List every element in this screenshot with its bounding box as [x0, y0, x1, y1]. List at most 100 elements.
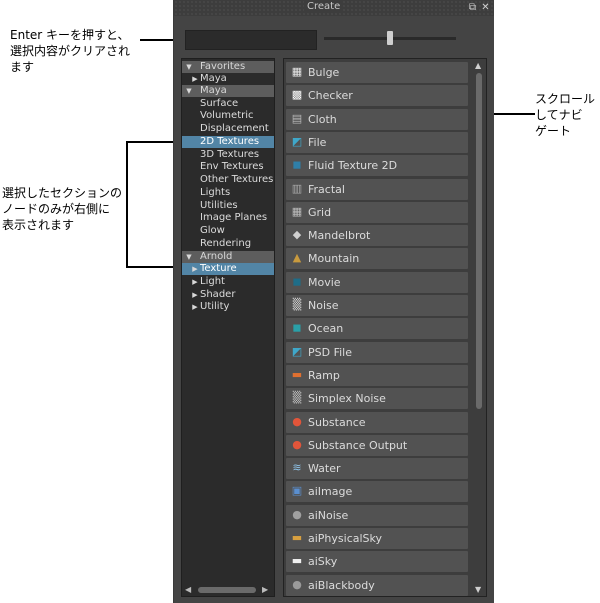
node-item-aiblackbody[interactable]: ● aiBlackbody [286, 574, 468, 596]
horizontal-scroll-thumb[interactable] [198, 587, 256, 593]
node-item-movie[interactable]: ◼ Movie [286, 271, 468, 293]
simplex-noise-icon: ▒ [292, 391, 302, 405]
tree-item-label: Arnold [200, 251, 233, 262]
node-item-label: Cloth [308, 112, 337, 126]
scroll-up-icon[interactable]: ▲ [475, 61, 481, 70]
tree-item-displacement[interactable]: Displacement [182, 123, 274, 135]
node-item-file[interactable]: ◩ File [286, 131, 468, 153]
close-icon[interactable]: ✕ [480, 2, 491, 13]
node-item-label: File [308, 135, 327, 149]
collapse-arrow-icon[interactable]: ▶ [190, 73, 200, 85]
tree-item-shader[interactable]: ▶ Shader [182, 289, 274, 301]
annotation-clear-search: Enter キーを押すと、 選択内容がクリアされ ます [10, 28, 131, 74]
annotation-scroll: スクロール してナビ ゲート [535, 92, 596, 138]
node-item-mountain[interactable]: ▲ Mountain [286, 248, 468, 270]
node-item-label: Noise [308, 299, 339, 312]
search-field[interactable] [185, 30, 317, 50]
tree-item-label: Glow [200, 225, 225, 236]
tree-item-other-textures[interactable]: Other Textures [182, 174, 274, 186]
float-window-icon[interactable]: ⧉ [467, 2, 478, 13]
tree-item-maya[interactable]: ▶ Maya [182, 73, 274, 85]
node-item-noise[interactable]: ▒ Noise [286, 295, 468, 316]
cloth-icon: ▤ [291, 111, 303, 125]
tree-item-texture[interactable]: ▶ Texture [182, 263, 274, 275]
scroll-right-icon[interactable]: ▶ [262, 585, 268, 594]
tree-item-arnold[interactable]: ▼ Arnold [182, 251, 274, 263]
tree-item-label: Rendering [200, 238, 252, 249]
tree-item-favorites[interactable]: ▼ Favorites [182, 61, 274, 73]
vertical-scroll-thumb[interactable] [476, 73, 482, 409]
collapse-arrow-icon[interactable]: ▶ [190, 263, 200, 275]
tree-item-label: 3D Textures [200, 149, 260, 160]
create-panel: Create ⧉ ✕ ◀ ▶ ▼ Favorites ▶ Maya ▼ Maya Surfa… [173, 0, 494, 603]
tree-item-surface[interactable]: Surface [182, 98, 274, 110]
water-icon: ≋ [292, 461, 302, 475]
tree-item-utilities[interactable]: Utilities [182, 200, 274, 212]
tree-item-label: Surface [200, 98, 239, 109]
tree-item-image-planes[interactable]: Image Planes [182, 212, 274, 224]
icon-size-slider-handle[interactable] [386, 31, 393, 45]
annotation-bracket-vertical [126, 141, 128, 268]
tree-item-label: Volumetric [200, 110, 254, 121]
node-item-mandelbrot[interactable]: ◆ Mandelbrot [286, 225, 468, 247]
scroll-left-icon[interactable]: ◀ [185, 585, 191, 594]
tree-item-volumetric[interactable]: Volumetric [182, 110, 274, 122]
tree-item-light[interactable]: ▶ Light [182, 276, 274, 288]
scroll-down-icon[interactable]: ▼ [475, 585, 481, 594]
node-item-substance[interactable]: ● Substance [286, 411, 468, 433]
node-item-checker[interactable]: ▩ Checker [286, 85, 468, 107]
node-item-cloth[interactable]: ▤ Cloth [286, 108, 468, 130]
tree-item-maya[interactable]: ▼ Maya [182, 85, 274, 97]
tree-item-env-textures[interactable]: Env Textures [182, 161, 274, 173]
tree-item-2d-textures[interactable]: 2D Textures [182, 136, 274, 148]
tree-item-label: Light [200, 276, 225, 287]
node-item-label: aiSky [308, 555, 338, 569]
node-item-ramp[interactable]: ▬ Ramp [286, 364, 468, 386]
tree-item-3d-textures[interactable]: 3D Textures [182, 149, 274, 161]
node-item-aiphysicalsky[interactable]: ▬ aiPhysicalSky [286, 528, 468, 549]
collapse-arrow-icon[interactable]: ▶ [190, 276, 200, 288]
ocean-icon: ◼ [292, 321, 302, 335]
expand-arrow-icon[interactable]: ▼ [184, 85, 194, 97]
collapse-arrow-icon[interactable]: ▶ [190, 301, 200, 313]
node-item-ocean[interactable]: ◼ Ocean [286, 318, 468, 340]
collapse-arrow-icon[interactable]: ▶ [190, 289, 200, 301]
tree-item-rendering[interactable]: Rendering [182, 238, 274, 250]
grid-icon: ▦ [291, 204, 303, 218]
node-item-fractal[interactable]: ▥ Fractal [286, 178, 468, 200]
horizontal-scrollbar[interactable]: ◀ ▶ [182, 584, 272, 596]
node-item-label: aiNoise [308, 508, 349, 522]
tree-item-glow[interactable]: Glow [182, 225, 274, 237]
expand-arrow-icon[interactable]: ▼ [184, 251, 194, 263]
ramp-icon: ▬ [291, 367, 303, 381]
ai-image-icon: ▣ [291, 484, 303, 498]
node-item-label: Bulge [308, 66, 340, 79]
node-item-ainoise[interactable]: ● aiNoise [286, 504, 468, 526]
node-item-bulge[interactable]: ▦ Bulge [286, 62, 468, 83]
node-item-aiimage[interactable]: ▣ aiImage [286, 481, 468, 503]
vertical-scrollbar[interactable]: ▲ ▼ [473, 59, 486, 596]
tree-item-label: Maya [200, 73, 227, 84]
node-item-label: Checker [308, 89, 353, 103]
title-bar[interactable]: Create ⧉ ✕ [174, 0, 494, 16]
node-item-water[interactable]: ≋ Water [286, 458, 468, 480]
tree-item-utility[interactable]: ▶ Utility [182, 301, 274, 313]
tree-item-lights[interactable]: Lights [182, 187, 274, 199]
tree-item-label: Shader [200, 289, 236, 300]
node-item-simplex-noise[interactable]: ▒ Simplex Noise [286, 388, 468, 410]
tree-item-label: Other Textures [200, 174, 274, 185]
panel-title: Create [304, 1, 344, 12]
file-icon: ◩ [291, 134, 303, 148]
tree-item-label: Favorites [200, 61, 246, 72]
expand-arrow-icon[interactable]: ▼ [184, 61, 194, 73]
ai-blackbody-icon: ● [292, 577, 302, 591]
node-item-label: Substance [308, 415, 366, 429]
node-item-label: Movie [308, 275, 341, 289]
node-item-aisky[interactable]: ▬ aiSky [286, 551, 468, 573]
node-item-grid[interactable]: ▦ Grid [286, 201, 468, 223]
node-item-fluid-texture-2d[interactable]: ◼ Fluid Texture 2D [286, 155, 468, 177]
tree-item-label: Utility [200, 301, 230, 312]
node-item-substance-output[interactable]: ● Substance Output [286, 434, 468, 456]
node-item-psd-file[interactable]: ◩ PSD File [286, 341, 468, 363]
node-item-label: Fluid Texture 2D [308, 159, 398, 173]
